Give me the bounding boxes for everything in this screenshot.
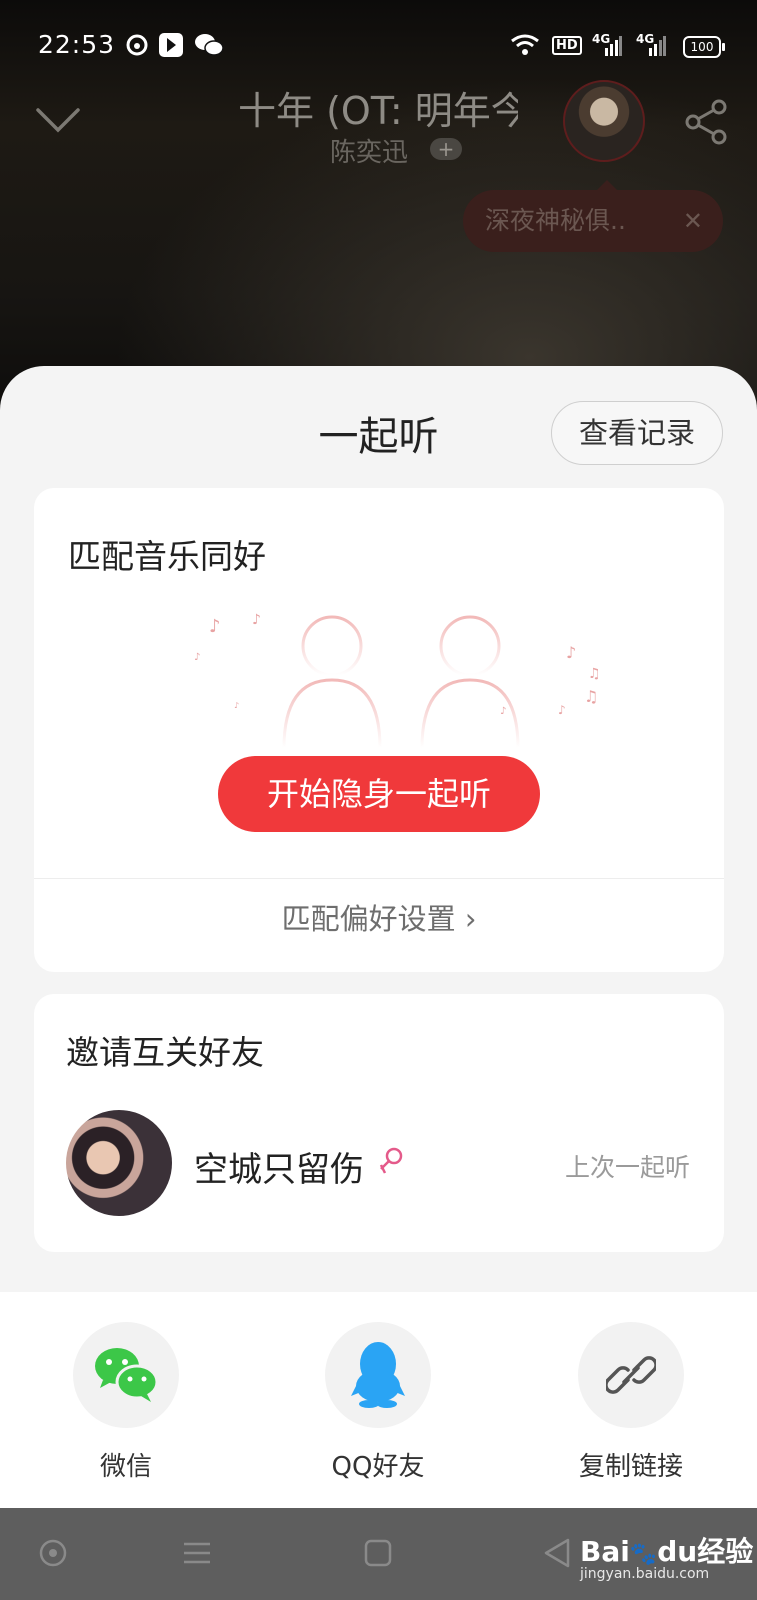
invite-friends-card: 邀请互关好友 空城只留伤 上次一起听 <box>34 994 724 1252</box>
watermark-url: jingyan.baidu.com <box>580 1566 710 1582</box>
match-preference-link[interactable]: 匹配偏好设置 › <box>34 896 724 938</box>
chevron-down-icon[interactable] <box>34 100 82 140</box>
svg-text:♪: ♪ <box>234 701 239 710</box>
link-icon <box>606 1356 656 1394</box>
circle-icon[interactable] <box>36 1536 70 1570</box>
signal-bars-icon-2 <box>649 36 666 56</box>
video-app-icon <box>159 33 183 57</box>
wechat-icon <box>195 34 224 56</box>
view-records-button[interactable]: 查看记录 <box>551 401 723 465</box>
menu-icon[interactable] <box>180 1536 214 1570</box>
battery-icon: 100 <box>683 36 725 58</box>
listener-avatar[interactable] <box>563 80 645 162</box>
singer-name[interactable]: 陈奕迅 <box>330 132 408 169</box>
svg-text:♪: ♪ <box>209 616 221 637</box>
share-wechat-button[interactable]: 微信 <box>46 1322 206 1483</box>
baidu-paw-icon: 🐾 <box>629 1542 658 1567</box>
match-illustration: ♪ ♪ ♪ ♪ ♪ ♫ ♫ ♪ ♪ <box>194 612 601 748</box>
female-gender-icon <box>379 1147 403 1174</box>
svg-text:♪: ♪ <box>500 706 506 717</box>
follow-singer-button[interactable]: + <box>430 138 462 160</box>
svg-text:♫: ♫ <box>588 666 601 682</box>
qq-icon-circle <box>325 1322 431 1428</box>
song-title: 十年 (OT: 明年今 <box>238 89 518 130</box>
svg-text:♪: ♪ <box>252 612 261 628</box>
match-preference-label: 匹配偏好设置 <box>281 902 456 936</box>
hd-icon: HD <box>552 36 582 55</box>
listen-together-sheet: 一起听 查看记录 匹配音乐同好 ♪ ♪ ♪ ♪ ♪ ♫ ♫ ♪ ♪ 开始隐身一起… <box>0 366 757 1292</box>
wifi-icon <box>511 34 539 55</box>
svg-text:♪: ♪ <box>558 703 566 717</box>
invite-card-title: 邀请互关好友 <box>66 1033 264 1072</box>
svg-text:♫: ♫ <box>584 687 598 706</box>
friend-avatar[interactable] <box>66 1110 172 1216</box>
card-divider <box>34 878 724 879</box>
status-bar: 22:53 HD 4G 4G 100 <box>0 0 757 92</box>
start-invisible-listen-button[interactable]: 开始隐身一起听 <box>218 756 540 832</box>
share-qq-button[interactable]: QQ好友 <box>298 1322 458 1483</box>
square-icon[interactable] <box>361 1536 395 1570</box>
share-icon[interactable] <box>683 98 731 146</box>
link-icon-circle <box>578 1322 684 1428</box>
chevron-right-icon: › <box>464 902 477 936</box>
back-icon[interactable] <box>540 1536 574 1570</box>
svg-text:♪: ♪ <box>194 652 200 663</box>
friend-name[interactable]: 空城只留伤 <box>194 1142 364 1191</box>
match-card: 匹配音乐同好 ♪ ♪ ♪ ♪ ♪ ♫ ♫ ♪ ♪ 开始隐身一起听 匹配偏好设置 … <box>34 488 724 972</box>
qq-icon <box>351 1342 405 1408</box>
baidu-watermark: Bai🐾du经验 <box>580 1530 753 1570</box>
wechat-icon <box>95 1348 159 1402</box>
close-icon[interactable]: ✕ <box>683 190 703 252</box>
share-wechat-label: 微信 <box>99 1452 152 1482</box>
wechat-icon-circle <box>73 1322 179 1428</box>
netease-music-icon <box>126 34 148 56</box>
copy-link-button[interactable]: 复制链接 <box>551 1322 711 1483</box>
share-qq-label: QQ好友 <box>331 1452 425 1482</box>
status-time: 22:53 <box>38 30 116 59</box>
club-tooltip-text: 深夜神秘俱.. <box>485 206 626 235</box>
signal-bars-icon <box>605 36 622 56</box>
last-listened-together[interactable]: 上次一起听 <box>565 1148 690 1184</box>
share-bar: 微信 QQ好友 复制链接 <box>0 1292 757 1508</box>
watermark-brand: Bai <box>580 1535 630 1568</box>
copy-link-label: 复制链接 <box>578 1452 683 1482</box>
svg-text:♪: ♪ <box>566 643 576 662</box>
club-tooltip[interactable]: 深夜神秘俱.. ✕ <box>463 180 723 252</box>
player-background: 22:53 HD 4G 4G 100 十年 (OT: 明年今 陈奕迅 + 深夜神… <box>0 0 757 420</box>
watermark-brand-tail: du经验 <box>657 1535 754 1568</box>
match-card-title: 匹配音乐同好 <box>68 537 266 576</box>
